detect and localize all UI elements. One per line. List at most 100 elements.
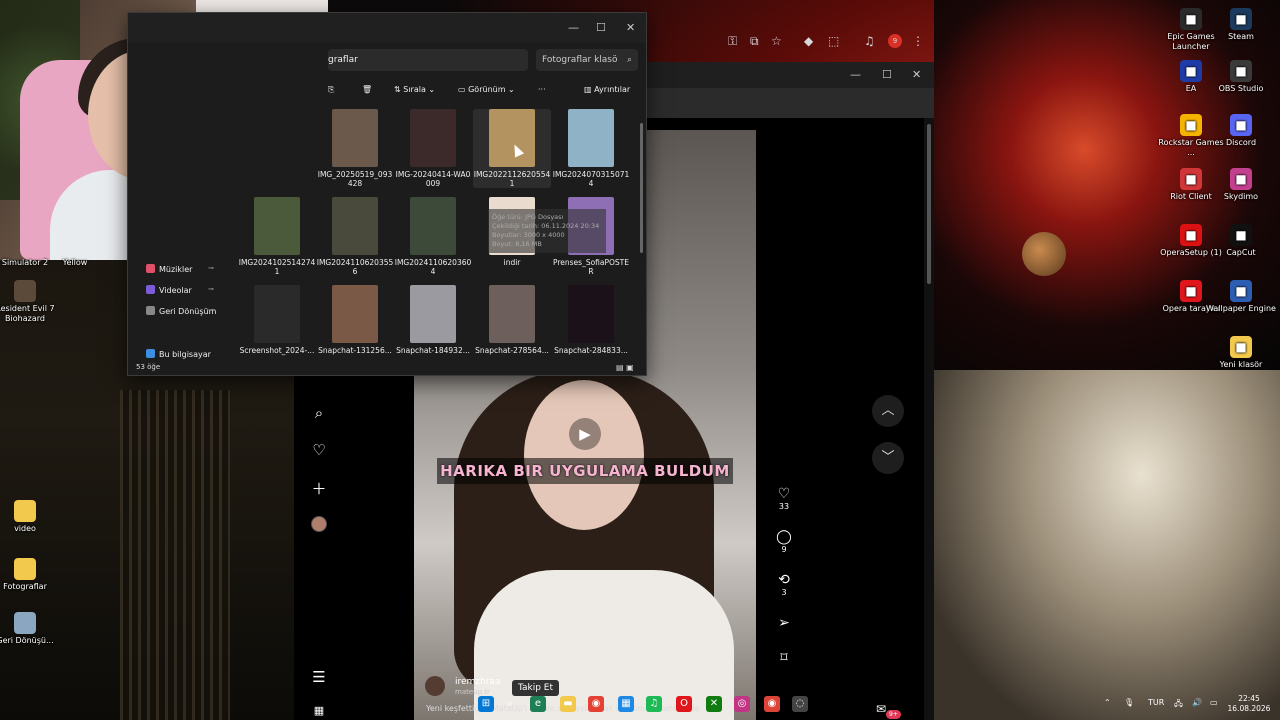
xbox-icon[interactable]: ✕ [706,696,722,712]
search-placeholder: Fotograflar klasö [542,55,618,65]
details-button[interactable]: ▥ Ayrıntılar [584,85,630,94]
maximize-icon[interactable]: ☐ [882,68,892,81]
desktop-shortcut[interactable]: Fotograflar [0,558,60,592]
copy-icon[interactable]: ⎘ [328,85,334,95]
hamburger-menu-icon[interactable]: ☰ [309,668,329,686]
comment-button[interactable]: ◯ 9 [772,529,796,555]
heart-nav-icon[interactable]: ♡ [309,441,329,459]
desktop-shortcut[interactable]: video [0,500,60,534]
media-icon[interactable]: ♫ [864,34,875,48]
file-thumbnail [568,109,614,167]
file-explorer-icon[interactable]: ▬ [560,696,576,712]
pin-icon[interactable]: ⊸ [208,264,214,272]
repost-button[interactable]: ⟲ 3 [772,572,796,598]
desktop-shortcut[interactable]: Resident Evil 7 Biohazard [0,280,60,324]
file-item[interactable]: Snapchat-284833... [552,285,630,364]
file-item[interactable]: Snapchat-184932... [394,285,472,364]
page-scrollbar[interactable] [924,118,934,720]
desktop-shortcut-label: Wallpaper Engine [1206,304,1276,313]
start-icon[interactable]: ⊞ [478,696,494,712]
desktop-shortcut[interactable]: ■ Skydimo [1206,168,1276,202]
battery-icon[interactable]: ▭ [1210,698,1218,707]
minimize-icon[interactable]: — [568,21,579,34]
obs-taskbar-icon[interactable]: ◌ [792,696,808,712]
file-item[interactable]: IMG20241106203556 [316,197,394,276]
desktop-shortcut[interactable]: ■ Yeni klasör [1206,336,1276,370]
riot-icon: ■ [1180,168,1202,190]
volume-icon[interactable]: 🔊 [1192,698,1202,707]
sidebar-item[interactable]: Bu bilgisayar [146,349,211,359]
view-button[interactable]: ▭ Görünüm ⌄ [458,85,515,94]
key-icon[interactable]: ⚿ [728,34,737,49]
clock-date: 16.08.2026 [1227,704,1271,713]
file-thumbnail [489,285,535,343]
file-item[interactable]: IMG20240703150714 [552,109,630,188]
bookmark-star-icon[interactable]: ☆ [771,34,782,48]
file-item[interactable]: Snapchat-131256... [316,285,394,364]
heart-button[interactable]: ♡ 33 [772,486,796,512]
instagram-icon[interactable]: ◎ [734,696,750,712]
system-clock[interactable]: 22:45 16.08.2026 [1224,694,1274,714]
desktop-shortcut[interactable]: ■ OBS Studio [1206,60,1276,94]
chrome-icon[interactable]: ◉ [588,696,604,712]
store-icon[interactable]: ▦ [618,696,634,712]
sort-button[interactable]: ⇅ Sırala ⌄ [394,85,435,94]
delete-icon[interactable]: 🗑 [362,85,372,94]
play-icon[interactable]: ▶ [569,418,601,450]
file-name: Prenses_SofiaPOSTER [552,258,630,276]
sidebar-item-label: Videolar [159,286,192,295]
sidebar-item-label: Müzikler [159,265,193,274]
search-icon[interactable]: ⌕ [309,404,329,422]
file-item[interactable]: IMG-20240414-WA0009 [394,109,472,188]
address-bar[interactable]: graflar [328,49,528,71]
desktop-shortcut[interactable]: ■ Discord [1206,114,1276,148]
screen-share-icon[interactable]: ⧉ [750,34,759,49]
pin-icon[interactable]: ⊸ [208,285,214,293]
explorer-scrollbar[interactable] [640,123,643,253]
maximize-icon[interactable]: ☐ [596,21,606,34]
menu-icon[interactable]: ⋮ [912,34,924,48]
file-item[interactable]: Snapchat-278564... [473,285,551,364]
desktop-shortcut[interactable]: ■ Steam [1206,8,1276,42]
sidebar-item[interactable]: Müzikler [146,264,192,274]
edge-icon[interactable]: e [530,696,546,712]
next-video-button[interactable]: ﹀ [872,442,904,474]
author-name[interactable]: iremzhraa [455,677,500,687]
bookmark-button[interactable]: ⌑ [772,650,796,666]
file-item[interactable]: IMG20241025142741 [238,197,316,276]
file-item[interactable]: IMG20241106203604 [394,197,472,276]
close-icon[interactable]: ✕ [626,21,635,34]
opera-taskbar-icon[interactable]: O [676,696,692,712]
search-taskbar-icon[interactable]: ⌕ [502,696,518,712]
share-button[interactable]: ➢ [772,615,796,631]
desktop-shortcut[interactable]: Yellow [40,258,110,268]
minimize-icon[interactable]: — [850,68,861,81]
network-icon[interactable]: 🖧 [1174,698,1183,712]
profile-badge[interactable]: 9 [888,34,902,48]
file-item[interactable]: Screenshot_2024-... [238,285,316,364]
item-count: 53 öğe [136,363,161,371]
chrome-2-icon[interactable]: ◉ [764,696,780,712]
more-button[interactable]: ··· [538,85,546,94]
create-icon[interactable]: ＋ [309,478,329,499]
previous-video-button[interactable]: ︿ [872,395,904,427]
view-toggle[interactable]: ▤ ▣ [616,363,634,372]
avatar[interactable] [311,516,327,532]
sidebar-item[interactable]: Geri Dönüşüm [146,306,216,316]
sidebar-item[interactable]: Videolar [146,285,192,295]
pin-icon[interactable]: ⊸ [208,306,214,314]
puzzle-icon[interactable]: ⬚ [828,34,839,48]
spotify-icon[interactable]: ♫ [646,696,662,712]
desktop-shortcut[interactable]: Geri Dönüşü... [0,612,60,646]
tray-chevron-icon[interactable]: ⌃ [1104,698,1111,707]
desktop-shortcut[interactable]: ■ CapCut [1206,224,1276,258]
microphone-icon[interactable]: 🎙 [1124,698,1134,707]
file-name: IMG20241025142741 [238,258,316,276]
desktop-shortcut[interactable]: ■ Wallpaper Engine [1206,280,1276,314]
file-item[interactable]: IMG_20250519_093428 [316,109,394,188]
file-name: indir [503,258,521,267]
close-icon[interactable]: ✕ [912,68,921,81]
language-indicator[interactable]: TUR [1148,698,1164,707]
extension-icon[interactable]: ◆ [804,34,813,48]
search-input[interactable]: Fotograflar klasö ⌕ [536,49,638,71]
